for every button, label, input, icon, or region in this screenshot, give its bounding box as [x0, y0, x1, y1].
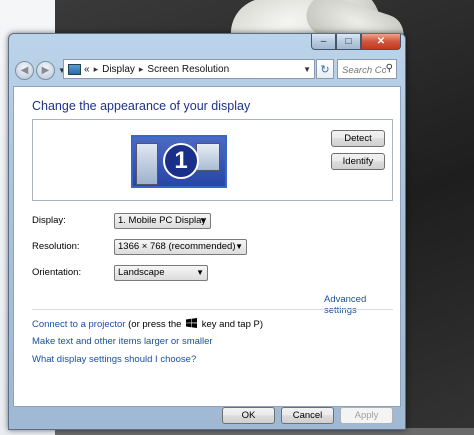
monitor-window-panel — [196, 143, 220, 171]
chevron-down-icon: ▼ — [199, 216, 207, 225]
monitor-wallpaper-panel — [136, 143, 158, 185]
ok-button[interactable]: OK — [222, 407, 275, 424]
search-icon[interactable]: ⚲ — [386, 63, 393, 74]
minimize-icon: ‒ — [320, 36, 327, 47]
display-help-link[interactable]: What display settings should I choose? — [32, 354, 196, 365]
minimize-button[interactable]: ‒ — [311, 34, 336, 50]
section-divider — [32, 309, 393, 310]
refresh-icon: ↻ — [320, 63, 330, 76]
cancel-button[interactable]: Cancel — [281, 407, 334, 424]
windows-logo-icon — [186, 318, 198, 328]
back-arrow-icon: ◀ — [20, 64, 29, 76]
address-bar[interactable]: « ▸ Display ▸ Screen Resolution ▼ — [63, 59, 315, 79]
chevron-down-icon: ▼ — [196, 268, 204, 277]
advanced-settings-link[interactable]: Advanced settings — [324, 294, 400, 316]
display-select[interactable]: 1. Mobile PC Display ▼ — [114, 213, 211, 229]
breadcrumb-screen-resolution[interactable]: Screen Resolution — [147, 64, 229, 75]
orientation-select[interactable]: Landscape ▼ — [114, 265, 208, 281]
refresh-button[interactable]: ↻ — [316, 59, 334, 79]
orientation-label: Orientation: — [32, 267, 82, 278]
resolution-label: Resolution: — [32, 241, 80, 252]
text-size-link[interactable]: Make text and other items larger or smal… — [32, 336, 213, 347]
main-content: Change the appearance of your display 1 … — [13, 86, 401, 407]
breadcrumb-display[interactable]: Display — [102, 64, 135, 75]
screen-resolution-window: ‒ □ ✕ ◀ ▶ ▼ « ▸ Display ▸ Screen Resolut… — [8, 33, 406, 430]
forward-arrow-icon: ▶ — [41, 64, 50, 76]
search-box[interactable]: ⚲ — [337, 59, 397, 79]
window-controls: ‒ □ ✕ — [311, 34, 401, 51]
navigation-bar: ◀ ▶ ▼ « ▸ Display ▸ Screen Resolution ▼ … — [15, 58, 399, 82]
address-dropdown-icon[interactable]: ▼ — [303, 65, 311, 74]
display-control-panel-icon — [68, 63, 81, 75]
detect-button[interactable]: Detect — [331, 130, 385, 147]
dialog-footer: OK Cancel Apply — [13, 406, 401, 429]
projector-hint-pre: (or press the — [128, 319, 182, 330]
address-overflow-chevron[interactable]: « — [84, 64, 90, 75]
resolution-select[interactable]: 1366 × 768 (recommended) ▼ — [114, 239, 247, 255]
search-input[interactable] — [338, 62, 386, 76]
breadcrumb-separator-icon[interactable]: ▸ — [94, 64, 99, 75]
display-select-value: 1. Mobile PC Display — [118, 215, 207, 226]
back-button[interactable]: ◀ — [15, 60, 34, 80]
projector-hint-post: key and tap P) — [201, 319, 263, 330]
close-button[interactable]: ✕ — [361, 34, 401, 50]
forward-button[interactable]: ▶ — [36, 60, 55, 80]
connect-projector-link[interactable]: Connect to a projector — [32, 319, 125, 330]
monitor-number-badge: 1 — [163, 143, 199, 179]
maximize-button[interactable]: □ — [336, 34, 361, 50]
maximize-icon: □ — [345, 36, 352, 47]
page-title: Change the appearance of your display — [32, 99, 251, 113]
projector-row: Connect to a projector (or press the key… — [32, 318, 263, 330]
orientation-select-value: Landscape — [118, 267, 165, 278]
close-icon: ✕ — [376, 36, 386, 47]
apply-button[interactable]: Apply — [340, 407, 393, 424]
identify-button[interactable]: Identify — [331, 153, 385, 170]
chevron-down-icon: ▼ — [235, 242, 243, 251]
monitor-1-thumbnail[interactable]: 1 — [131, 135, 227, 188]
resolution-select-value: 1366 × 768 (recommended) — [118, 241, 236, 252]
display-label: Display: — [32, 215, 66, 226]
breadcrumb-separator-icon[interactable]: ▸ — [139, 64, 144, 75]
display-preview-area: 1 Detect Identify — [32, 119, 393, 201]
